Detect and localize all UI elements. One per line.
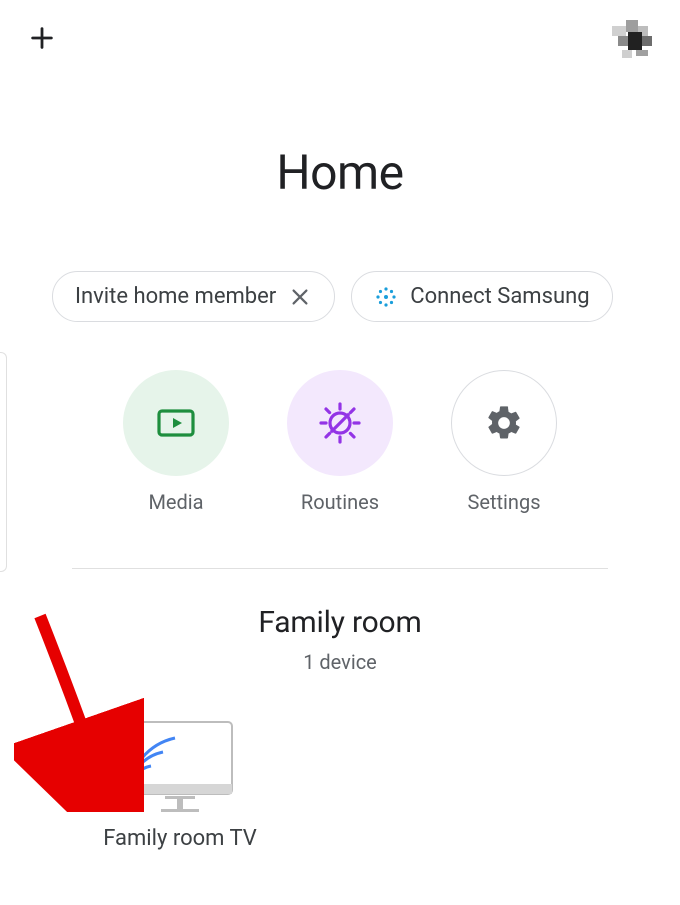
plus-icon [28, 24, 56, 52]
avatar-icon [612, 20, 656, 64]
room-title: Family room [0, 605, 680, 640]
page-title: Home [0, 144, 680, 201]
gear-icon [484, 403, 524, 443]
invite-home-member-chip[interactable]: Invite home member [52, 271, 335, 322]
account-avatar[interactable] [612, 20, 656, 64]
chip-label: Connect Samsung [410, 284, 589, 309]
cast-tv-icon [125, 720, 235, 812]
chip-label: Invite home member [75, 284, 276, 309]
media-label: Media [148, 490, 203, 514]
settings-icon-circle [451, 370, 557, 476]
quick-actions-row: Media Routines Settings [0, 370, 680, 514]
routines-button[interactable]: Routines [287, 370, 393, 514]
connect-samsung-chip[interactable]: Connect Samsung [351, 271, 612, 322]
media-icon-circle [123, 370, 229, 476]
device-tile-family-room-tv[interactable]: Family room TV [90, 720, 270, 851]
smartthings-icon [374, 285, 398, 309]
section-divider [72, 568, 608, 569]
room-device-count: 1 device [0, 650, 680, 674]
suggestion-chips: Invite home member Connect Samsung [0, 271, 680, 322]
device-label: Family room TV [103, 826, 257, 851]
close-icon [289, 286, 311, 308]
media-icon [152, 399, 200, 447]
settings-button[interactable]: Settings [451, 370, 557, 514]
settings-label: Settings [467, 490, 540, 514]
add-button[interactable] [24, 20, 60, 56]
routines-label: Routines [301, 490, 379, 514]
routines-icon-circle [287, 370, 393, 476]
routines-icon [316, 399, 364, 447]
dismiss-chip-button[interactable] [288, 285, 312, 309]
media-button[interactable]: Media [123, 370, 229, 514]
